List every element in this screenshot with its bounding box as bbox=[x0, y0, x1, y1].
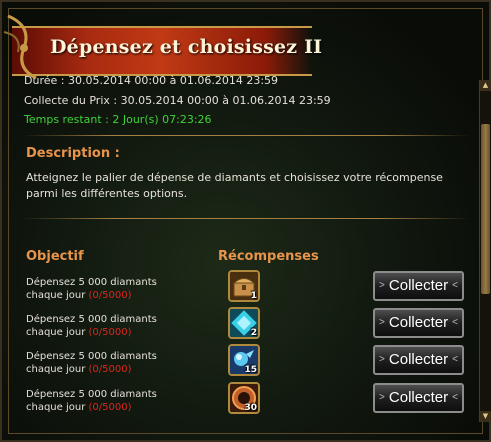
reward-item[interactable]: 1 bbox=[228, 270, 260, 302]
chevron-left-icon: < bbox=[452, 280, 458, 291]
objectif-header: Objectif bbox=[26, 249, 84, 264]
reward-count: 30 bbox=[244, 403, 257, 413]
collect-button[interactable]: > Collecter < bbox=[373, 308, 464, 338]
progress-text: (0/5000) bbox=[88, 327, 132, 338]
duration-text: Durée : 30.05.2014 00:00 à 01.06.2014 23… bbox=[24, 74, 279, 87]
collect-button[interactable]: > Collecter < bbox=[373, 383, 464, 413]
objective-line: Dépensez 5 000 diamants bbox=[26, 314, 157, 325]
objective-line: Dépensez 5 000 diamants bbox=[26, 351, 157, 362]
chevron-right-icon: > bbox=[379, 317, 385, 328]
reward-row: Dépensez 5 000 diamants chaque jour (0/5… bbox=[2, 382, 482, 418]
scrollbar[interactable]: ▲ ▼ bbox=[479, 80, 491, 422]
divider bbox=[22, 218, 470, 219]
objective-line: chaque jour bbox=[26, 364, 86, 375]
progress-text: (0/5000) bbox=[88, 402, 132, 413]
collect-button-label: Collecter bbox=[388, 277, 449, 294]
scroll-up-icon[interactable]: ▲ bbox=[480, 80, 491, 91]
reward-row: Dépensez 5 000 diamants chaque jour (0/5… bbox=[2, 344, 482, 380]
description-heading: Description : bbox=[26, 146, 120, 161]
collect-button-label: Collecter bbox=[388, 389, 449, 406]
chevron-right-icon: > bbox=[379, 354, 385, 365]
objective-line: chaque jour bbox=[26, 327, 86, 338]
objective-line: Dépensez 5 000 diamants bbox=[26, 389, 157, 400]
collection-period-text: Collecte du Prix : 30.05.2014 00:00 à 01… bbox=[24, 94, 331, 107]
collect-button-label: Collecter bbox=[388, 314, 449, 331]
objective-text: Dépensez 5 000 diamants chaque jour (0/5… bbox=[26, 350, 157, 376]
chevron-right-icon: > bbox=[379, 392, 385, 403]
chevron-left-icon: < bbox=[452, 392, 458, 403]
chevron-left-icon: < bbox=[452, 317, 458, 328]
reward-item[interactable]: 2 bbox=[228, 307, 260, 339]
chevron-left-icon: < bbox=[452, 354, 458, 365]
objective-line: chaque jour bbox=[26, 402, 86, 413]
recompenses-header: Récompenses bbox=[218, 249, 319, 264]
objective-line: Dépensez 5 000 diamants bbox=[26, 277, 157, 288]
collect-button[interactable]: > Collecter < bbox=[373, 271, 464, 301]
reward-count: 2 bbox=[250, 328, 257, 338]
scroll-down-icon[interactable]: ▼ bbox=[480, 411, 491, 422]
ornament-icon bbox=[3, 14, 37, 80]
reward-row: Dépensez 5 000 diamants chaque jour (0/5… bbox=[2, 270, 482, 306]
time-remaining-text: Temps restant : 2 Jour(s) 07:23:26 bbox=[24, 113, 212, 126]
reward-count: 1 bbox=[250, 291, 257, 301]
description-text: Atteignez le palier de dépense de diaman… bbox=[26, 171, 443, 200]
window-title: Dépensez et choisissez II bbox=[50, 36, 323, 58]
objective-text: Dépensez 5 000 diamants chaque jour (0/5… bbox=[26, 313, 157, 339]
scroll-thumb[interactable] bbox=[481, 124, 490, 294]
event-window: Dépensez et choisissez II Durée : 30.05.… bbox=[0, 0, 491, 442]
objective-text: Dépensez 5 000 diamants chaque jour (0/5… bbox=[26, 276, 157, 302]
progress-text: (0/5000) bbox=[88, 290, 132, 301]
reward-row: Dépensez 5 000 diamants chaque jour (0/5… bbox=[2, 307, 482, 343]
progress-text: (0/5000) bbox=[88, 364, 132, 375]
reward-item[interactable]: 30 bbox=[228, 382, 260, 414]
objective-text: Dépensez 5 000 diamants chaque jour (0/5… bbox=[26, 388, 157, 414]
collect-button[interactable]: > Collecter < bbox=[373, 345, 464, 375]
divider bbox=[22, 135, 470, 136]
reward-count: 15 bbox=[244, 365, 257, 375]
chevron-right-icon: > bbox=[379, 280, 385, 291]
objective-line: chaque jour bbox=[26, 290, 86, 301]
collect-button-label: Collecter bbox=[388, 351, 449, 368]
reward-item[interactable]: 15 bbox=[228, 344, 260, 376]
